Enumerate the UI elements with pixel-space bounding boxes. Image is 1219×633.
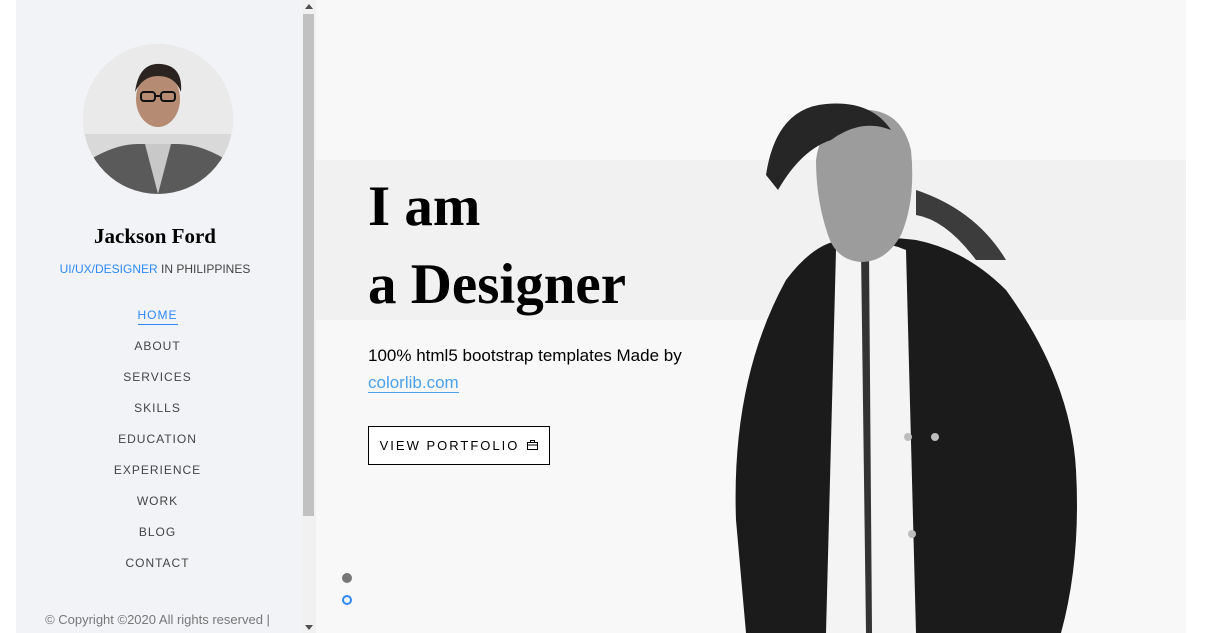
nav-item-experience[interactable]: EXPERIENCE	[114, 463, 201, 479]
nav-item-home[interactable]: HOME	[137, 308, 178, 325]
scrollbar-thumb[interactable]	[303, 14, 314, 516]
nav-item-education[interactable]: EDUCATION	[118, 432, 197, 448]
hero-subtitle: 100% html5 bootstrap templates Made by c…	[368, 342, 728, 396]
profile-location: IN PHILIPPINES	[157, 262, 251, 276]
hero-headline: I am a Designer	[368, 168, 626, 324]
nav-item-services[interactable]: SERVICES	[123, 370, 191, 386]
colorlib-link[interactable]: colorlib.com	[368, 373, 459, 393]
nav-item-skills[interactable]: SKILLS	[134, 401, 181, 417]
scroll-down-arrow-icon[interactable]	[305, 625, 313, 630]
scroll-up-arrow-icon[interactable]	[305, 4, 313, 9]
nav-item-work[interactable]: WORK	[137, 494, 178, 510]
nav-item-about[interactable]: ABOUT	[134, 339, 180, 355]
avatar	[83, 44, 233, 194]
nav-item-blog[interactable]: BLOG	[139, 525, 176, 541]
nav-item-contact[interactable]: CONTACT	[125, 556, 189, 572]
hero-line-2: a Designer	[368, 253, 627, 316]
briefcase-icon	[527, 439, 539, 453]
sidebar-scrollbar[interactable]	[302, 0, 316, 633]
sidebar: Jackson Ford UI/UX/DESIGNER IN PHILIPPIN…	[16, 0, 316, 633]
view-portfolio-button[interactable]: VIEW PORTFOLIO	[368, 426, 550, 465]
view-portfolio-label: VIEW PORTFOLIO	[379, 438, 520, 453]
main-nav: HOME ABOUT SERVICES SKILLS EDUCATION EXP…	[16, 306, 299, 585]
hero-section: I am a Designer 100% html5 bootstrap temp…	[316, 0, 1186, 633]
copyright-text: © Copyright ©2020 All rights reserved |	[45, 612, 270, 627]
slide-indicator-2[interactable]	[342, 595, 352, 605]
hero-line-1: I am	[368, 175, 481, 238]
profile-name: Jackson Ford	[94, 224, 216, 248]
hero-subtitle-text: 100% html5 bootstrap templates Made by	[368, 346, 682, 365]
profile-tagline: UI/UX/DESIGNER IN PHILIPPINES	[16, 262, 294, 276]
profile-role[interactable]: UI/UX/DESIGNER	[60, 262, 158, 276]
slide-indicator-1[interactable]	[342, 573, 352, 583]
